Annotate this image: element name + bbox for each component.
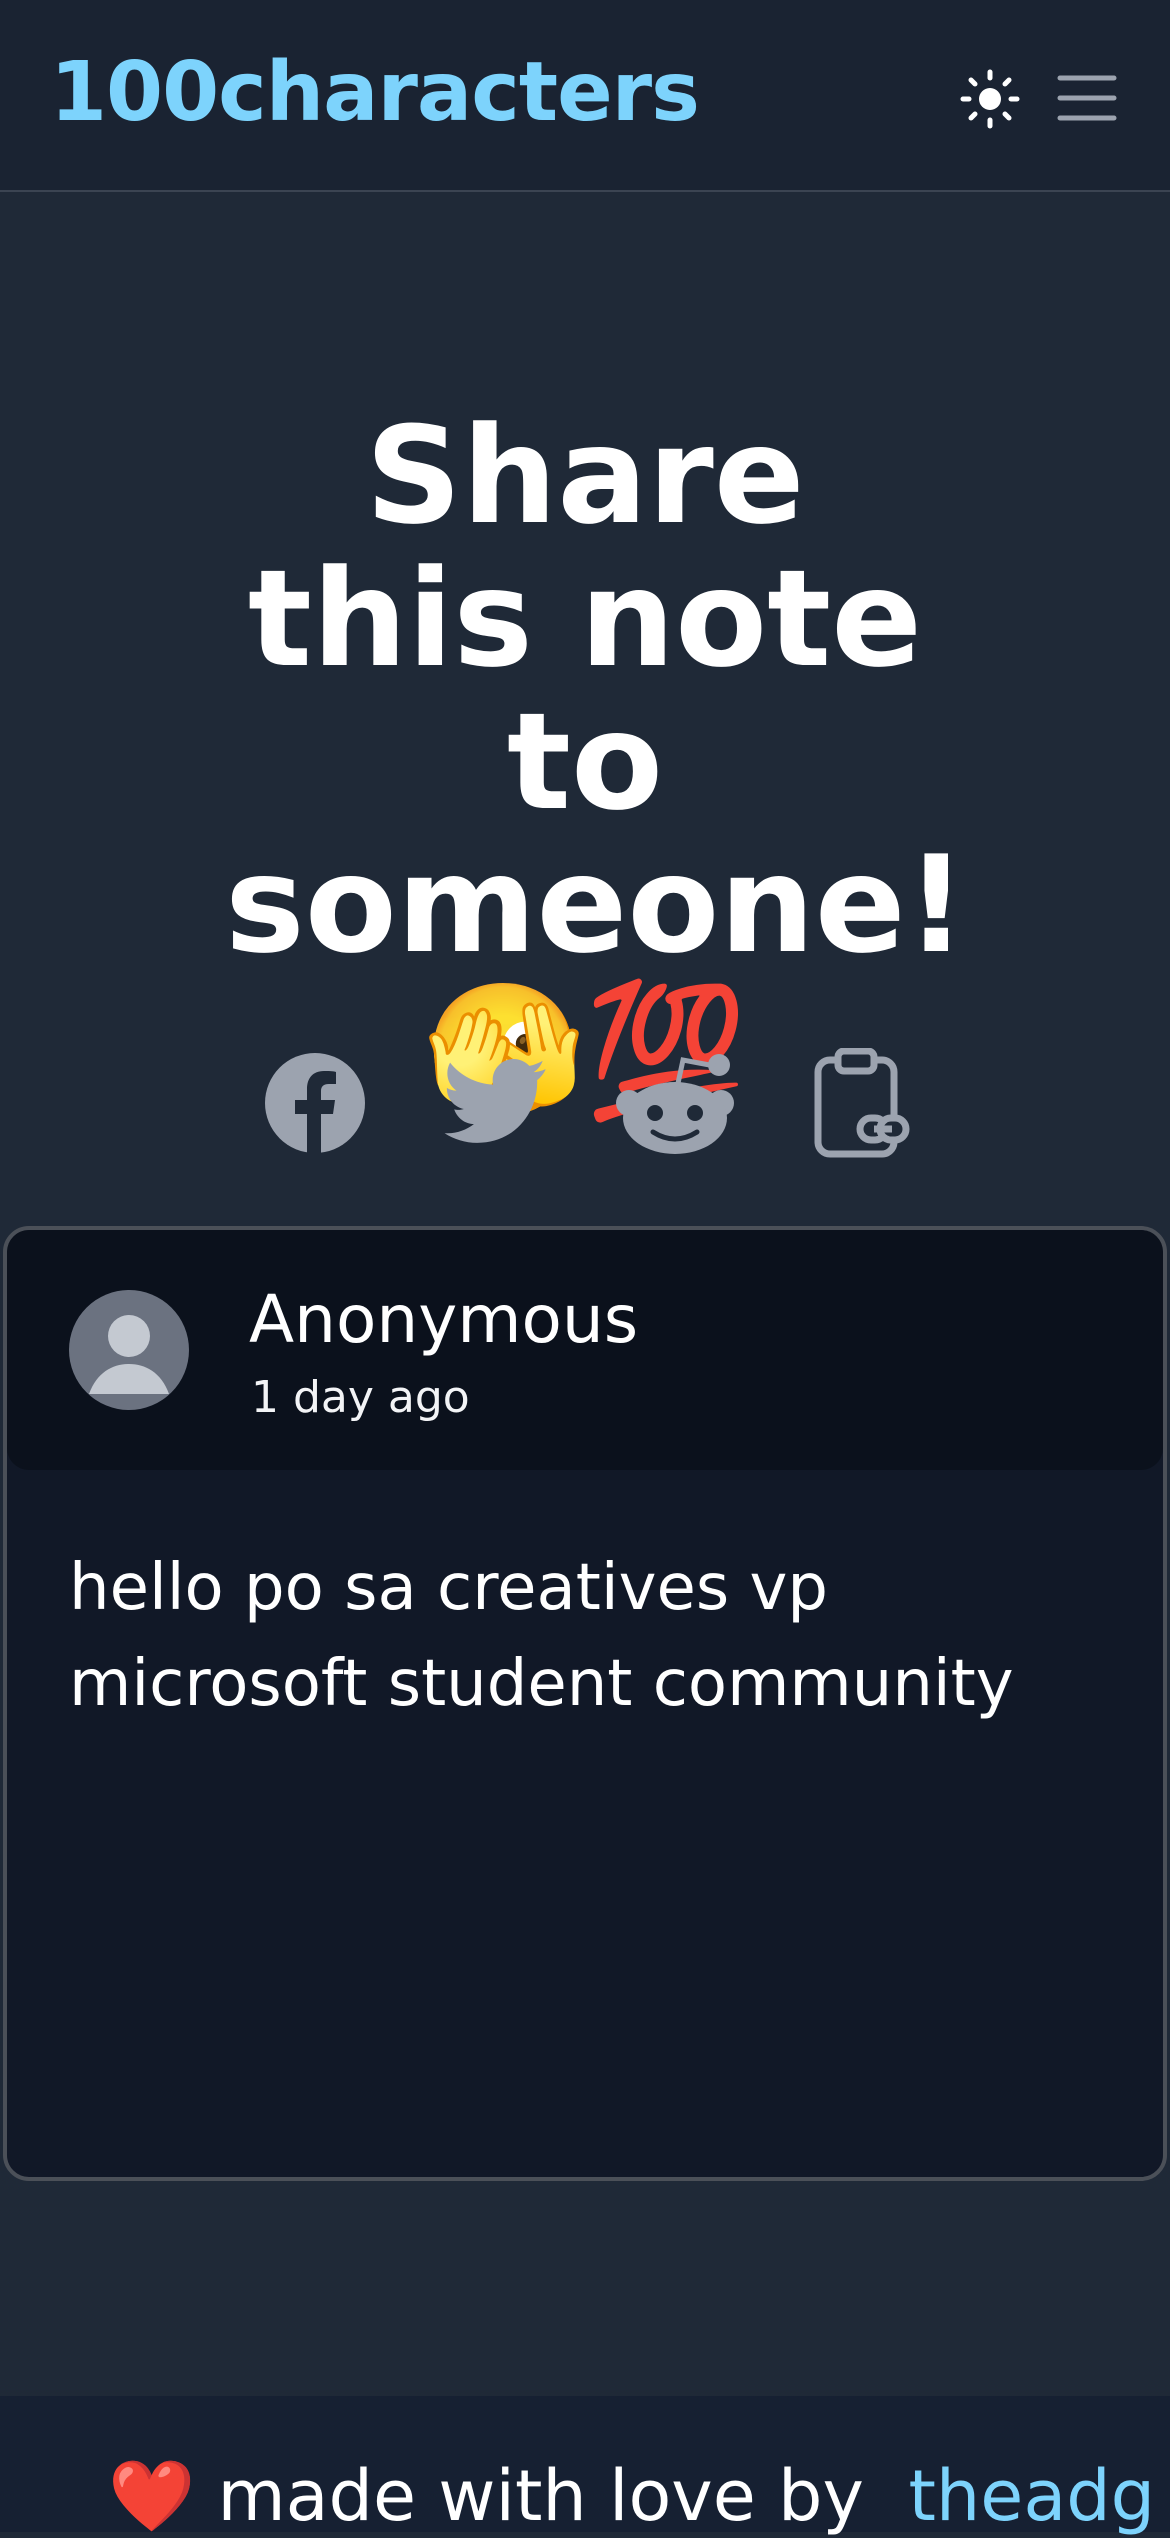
twitter-icon (444, 1059, 546, 1143)
user-icon (89, 1315, 169, 1394)
share-facebook-button[interactable] (262, 1048, 372, 1158)
menu-button[interactable] (1052, 64, 1122, 134)
share-hero: Share this note to someone! 🫣💯 (0, 398, 1170, 1126)
brand-logo[interactable]: 100characters (50, 47, 700, 138)
footer-credit: ❤️ made with love by theadg (108, 2454, 1155, 2538)
footer-label: made with love by (217, 2455, 864, 2537)
reddit-icon (616, 1054, 734, 1154)
note-timestamp: 1 day ago (251, 1372, 470, 1423)
note-author: Anonymous (249, 1281, 639, 1358)
theme-toggle-button[interactable] (955, 64, 1025, 134)
copy-link-button[interactable] (810, 1047, 920, 1158)
avatar (69, 1290, 189, 1410)
heart-icon: ❤️ (108, 2455, 196, 2537)
hamburger-menu-icon (1057, 75, 1117, 121)
share-reddit-button[interactable] (615, 1048, 734, 1158)
note-card: Anonymous 1 day ago hello po sa creative… (3, 1226, 1167, 2181)
share-twitter-button[interactable] (440, 1048, 550, 1158)
top-navbar: 100characters (0, 0, 1170, 192)
clipboard-link-icon (814, 1047, 910, 1158)
page-title: Share this note to someone! (225, 398, 967, 983)
facebook-icon (265, 1053, 365, 1153)
note-header: Anonymous 1 day ago (7, 1230, 1163, 1470)
note-text: hello po sa creatives vp microsoft stude… (69, 1551, 1014, 1721)
footer: ❤️ made with love by theadg (0, 2396, 1170, 2537)
sun-icon (960, 69, 1020, 129)
share-buttons (0, 1047, 1170, 1158)
author-link[interactable]: theadg (908, 2455, 1155, 2537)
